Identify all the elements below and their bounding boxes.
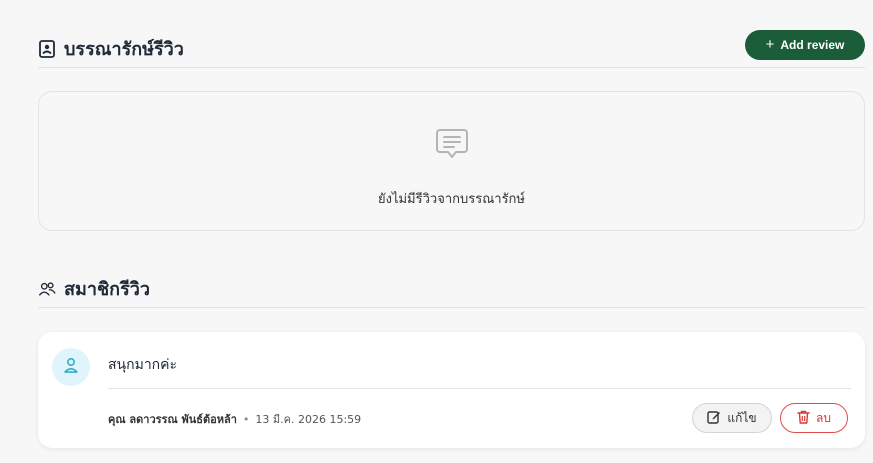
- page: บรรณารักษ์รีวิว + Add review ยังไม่มีรีว…: [0, 0, 873, 463]
- add-review-label: Add review: [780, 38, 845, 52]
- librarian-review-title-text: บรรณารักษ์รีวิว: [64, 39, 184, 60]
- add-review-button[interactable]: + Add review: [745, 30, 865, 60]
- id-badge-icon: [38, 39, 56, 58]
- librarian-review-empty-state: ยังไม่มีรีวิวจากบรรณารักษ์: [38, 91, 865, 231]
- member-review-title: สมาชิกรีวิว: [38, 274, 150, 303]
- delete-review-button[interactable]: ลบ: [780, 403, 848, 433]
- librarian-review-header: บรรณารักษ์รีวิว + Add review: [38, 30, 865, 68]
- review-text: สนุกมากค่ะ: [108, 357, 178, 373]
- message-icon: [432, 124, 472, 164]
- review-date: 13 มี.ค. 2026 15:59: [255, 413, 362, 426]
- divider: [108, 388, 851, 389]
- member-review-header: สมาชิกรีวิว: [38, 270, 865, 308]
- review-meta: คุณ ลดาวรรณ พันธ์ต้อหล้า • 13 มี.ค. 2026…: [108, 410, 361, 428]
- edit-review-button[interactable]: แก้ไข: [692, 403, 772, 433]
- edit-label: แก้ไข: [727, 410, 757, 425]
- meta-separator: •: [242, 412, 250, 426]
- member-review-card: สนุกมากค่ะ คุณ ลดาวรรณ พันธ์ต้อหล้า • 13…: [38, 332, 865, 448]
- review-author: คุณ ลดาวรรณ พันธ์ต้อหล้า: [108, 413, 237, 426]
- librarian-review-title: บรรณารักษ์รีวิว: [38, 34, 184, 63]
- plus-icon: +: [765, 36, 775, 53]
- avatar: [52, 348, 90, 386]
- delete-label: ลบ: [816, 410, 831, 425]
- users-icon: [38, 280, 56, 298]
- trash-icon: [797, 410, 810, 427]
- edit-icon: [707, 410, 721, 427]
- user-icon: [62, 356, 80, 378]
- member-review-title-text: สมาชิกรีวิว: [64, 279, 150, 300]
- empty-message: ยังไม่มีรีวิวจากบรรณารักษ์: [377, 192, 525, 207]
